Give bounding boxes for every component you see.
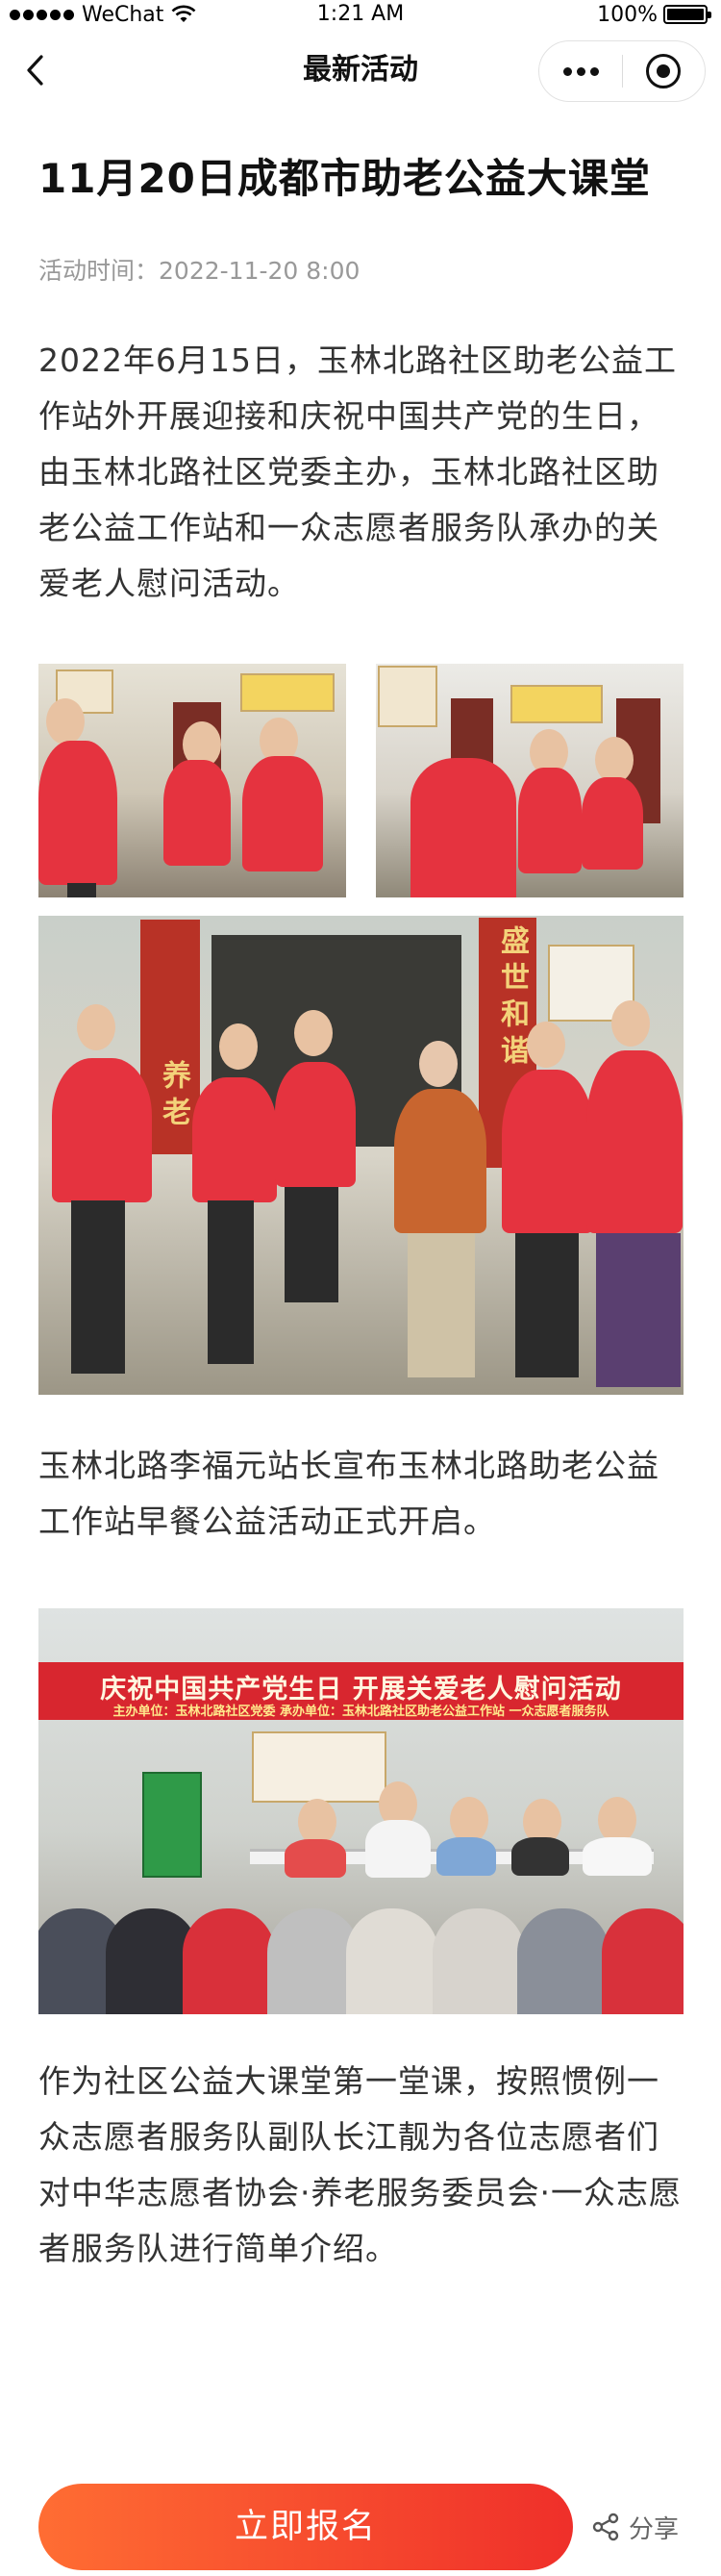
battery-icon [663,5,711,24]
event-time: 活动时间：2022-11-20 8:00 [38,252,360,287]
seated-person [511,1837,569,1876]
nav-bar: 最新活动 [0,29,721,112]
more-options-button[interactable] [539,40,622,102]
wall-poster [378,666,437,727]
activity-photo-1[interactable] [38,664,346,897]
battery-percent: 100% [597,2,658,27]
speaker [365,1820,431,1878]
person-head [46,698,85,745]
article-title: 11月20日成都市助老公益大课堂 [38,155,651,202]
green-cabinet [142,1772,202,1878]
volunteer-vest [192,1077,277,1202]
activity-photo-4[interactable]: 庆祝中国共产党生日 开展关爱老人慰问活动 主办单位：玉林北路社区党委 承办单位：… [38,1608,684,2014]
person-head [598,1797,636,1843]
legs [515,1233,579,1377]
legs [596,1233,681,1387]
volunteer-vest [518,768,582,873]
seated-person [436,1837,496,1876]
volunteer-vest [242,756,323,871]
person-head [527,1022,565,1068]
audience-member [602,1908,684,2014]
share-label: 分享 [629,2514,680,2544]
person-head [298,1799,336,1845]
chevron-left-icon [27,55,43,86]
volunteer-vest [38,741,117,885]
volunteer-vest [163,760,231,866]
status-bar: WeChat 1:21 AM 100% [0,0,721,29]
event-banner: 庆祝中国共产党生日 开展关爱老人慰问活动 主办单位：玉林北路社区党委 承办单位：… [38,1662,684,1720]
status-right: 100% [597,0,711,29]
share-button[interactable]: 分享 [592,2505,679,2549]
couplet-left-text: 养老 [157,1060,190,1133]
volunteer-vest [582,777,643,870]
wall-poster [510,685,603,723]
person-head [77,1004,115,1050]
legs [208,1200,254,1364]
volunteer-vest [52,1058,152,1202]
person-head [450,1797,488,1843]
volunteer-vest [586,1050,683,1233]
person-head [294,1010,333,1056]
article-paragraph: 作为社区公益大课堂第一堂课，按照惯例一众志愿者服务队副队长江靓为各位志愿者们对中… [38,2062,682,2267]
person-head [595,737,634,783]
article-paragraph: 玉林北路李福元站长宣布玉林北路助老公益工作站早餐公益活动正式开启。 [38,1447,659,1540]
volunteer-vest [502,1070,594,1233]
legs [71,1200,125,1374]
share-icon [592,2513,619,2541]
audience-member [433,1908,525,2014]
activity-photo-3[interactable]: 养老 盛世和谐 [38,916,684,1395]
event-time-label: 活动时间： [38,257,160,285]
seated-person [583,1837,652,1876]
person-head [219,1023,258,1070]
person-head [611,1000,650,1047]
legs [408,1233,475,1377]
article-paragraph: 2022年6月15日，玉林北路社区助老公益工作站外开展迎接和庆祝中国共产党的生日… [38,341,677,602]
seated-person [285,1839,346,1878]
wall-poster [252,1731,386,1803]
banner-subtitle: 主办单位：玉林北路社区党委 承办单位：玉林北路社区助老公益工作站 一众志愿者服务… [112,1705,609,1719]
activity-photo-2[interactable] [376,664,684,897]
close-mini-program-button[interactable] [623,40,705,102]
volunteer-vest [410,758,516,897]
event-time-value: 2022-11-20 8:00 [159,257,360,285]
more-dots-icon [562,66,572,76]
wall-poster [240,673,335,712]
couplet-right-text: 盛世和谐 [495,925,529,1072]
target-icon [646,54,682,88]
elder-jacket [394,1089,486,1233]
audience-member [517,1908,609,2014]
legs [285,1187,338,1302]
audience-member [183,1908,275,2014]
volunteer-vest [275,1062,356,1187]
back-button[interactable] [13,48,58,92]
battery-fill [667,9,704,20]
mini-program-capsule [538,40,706,102]
legs [67,883,96,897]
person-head [419,1041,458,1087]
audience-member [346,1908,438,2014]
signup-button[interactable]: 立即报名 [38,2484,573,2570]
